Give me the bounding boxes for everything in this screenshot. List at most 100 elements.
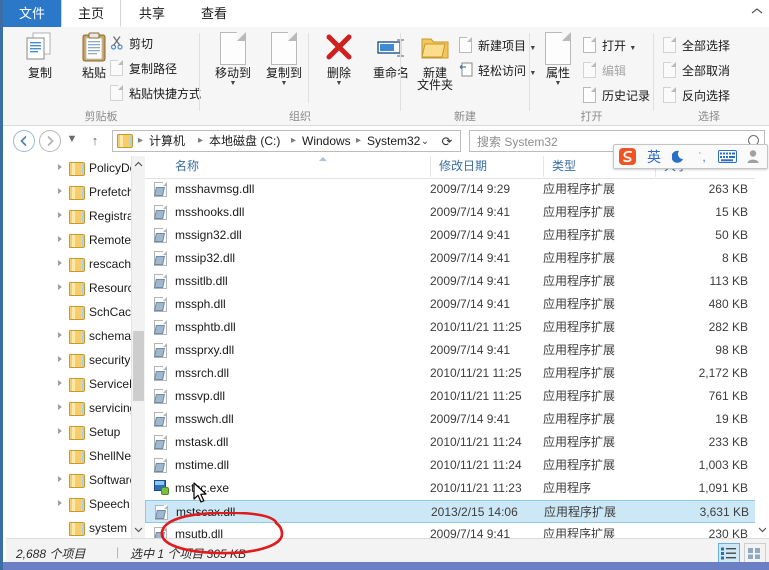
copy-path-button[interactable]: 复制路径 — [110, 58, 177, 80]
expand-chevron-icon[interactable] — [58, 380, 62, 386]
file-list-scrollbar[interactable] — [755, 156, 769, 538]
history-button[interactable]: 历史记录 — [583, 85, 650, 107]
expand-chevron-icon[interactable] — [58, 236, 62, 242]
chevron-down-icon[interactable]: ▼ — [312, 80, 366, 87]
tab-file[interactable]: 文件 — [3, 0, 61, 27]
collapse-ribbon-icon[interactable] — [750, 5, 764, 19]
table-row[interactable]: msshavmsg.dll 2009/7/14 9:29 应用程序扩展 263 … — [145, 178, 769, 201]
nav-item-remotepackages[interactable]: RemotePa — [6, 228, 131, 252]
nav-item-schcache[interactable]: SchCache — [6, 300, 131, 324]
nav-item-speech[interactable]: Speech — [6, 492, 131, 516]
refresh-icon[interactable]: ⟳ — [436, 132, 458, 151]
column-header-date[interactable]: 修改日期 — [430, 156, 543, 177]
user-icon[interactable] — [745, 149, 761, 164]
breadcrumb-root-icon[interactable] — [117, 131, 133, 151]
column-header-name[interactable]: 名称 — [167, 156, 430, 177]
nav-item-system[interactable]: system — [6, 516, 131, 538]
scroll-down-icon[interactable] — [132, 522, 145, 538]
nav-item-servicing[interactable]: servicing — [6, 396, 131, 420]
large-icons-view-button[interactable] — [744, 543, 766, 564]
table-row[interactable]: mstime.dll 2010/11/21 11:24 应用程序扩展 1,003… — [145, 454, 769, 477]
expand-chevron-icon[interactable] — [58, 500, 62, 506]
punctuation-icon[interactable]: ˙, — [695, 150, 709, 164]
expand-chevron-icon[interactable] — [58, 428, 62, 434]
breadcrumb-local-disk[interactable]: 本地磁盘 (C:) — [209, 131, 280, 151]
tab-home[interactable]: 主页 — [61, 0, 121, 27]
nav-item-resources[interactable]: Resources — [6, 276, 131, 300]
scroll-up-icon[interactable] — [132, 156, 145, 172]
details-view-button[interactable] — [718, 543, 740, 564]
table-row[interactable]: mssip32.dll 2009/7/14 9:41 应用程序扩展 8 KB — [145, 247, 769, 270]
breadcrumb-system32[interactable]: System32 — [367, 131, 420, 151]
properties-button[interactable]: 属性 ▼ — [534, 31, 582, 87]
nav-item-security[interactable]: security — [6, 348, 131, 372]
table-row[interactable]: mssprxy.dll 2009/7/14 9:41 应用程序扩展 98 KB — [145, 339, 769, 362]
expand-chevron-icon[interactable] — [58, 260, 62, 266]
nav-scroll-thumb[interactable] — [133, 331, 144, 401]
nav-item-setup[interactable]: Setup — [6, 420, 131, 444]
tab-share[interactable]: 共享 — [121, 0, 183, 27]
nav-item-policydefinitions[interactable]: PolicyDefir — [6, 156, 131, 180]
nav-item-softwaredistribution[interactable]: SoftwareD — [6, 468, 131, 492]
file-list[interactable]: 名称 修改日期 类型 大小 msshavmsg.dll 2009/7/14 9:… — [145, 156, 769, 538]
copy-to-button[interactable]: 复制到 ▼ — [257, 31, 311, 87]
breadcrumb-windows[interactable]: Windows — [302, 131, 351, 151]
nav-item-registration[interactable]: Registratio — [6, 204, 131, 228]
table-row[interactable]: mssph.dll 2009/7/14 9:41 应用程序扩展 480 KB — [145, 293, 769, 316]
table-row[interactable]: mstask.dll 2010/11/21 11:24 应用程序扩展 233 K… — [145, 431, 769, 454]
ime-toolbar[interactable]: 英 ˙, — [613, 144, 768, 169]
ime-mode-label[interactable]: 英 — [645, 147, 663, 167]
paste-shortcut-button[interactable]: 粘贴快捷方式 — [110, 83, 201, 105]
select-all-button[interactable]: 全部选择 — [663, 35, 730, 57]
scroll-down-icon[interactable] — [755, 522, 769, 538]
nav-item-shellnew[interactable]: ShellNew — [6, 444, 131, 468]
table-row-selected[interactable]: mstscax.dll 2013/2/15 14:06 应用程序扩展 3,631… — [145, 500, 769, 523]
table-row[interactable]: mssrch.dll 2010/11/21 11:25 应用程序扩展 2,172… — [145, 362, 769, 385]
tab-view[interactable]: 查看 — [183, 0, 245, 27]
expand-chevron-icon[interactable] — [58, 284, 62, 290]
keyboard-icon[interactable] — [717, 150, 737, 163]
new-folder-button[interactable]: 新建 文件夹 — [409, 31, 461, 91]
new-item-button[interactable]: 新建项目 ▼ — [459, 35, 536, 57]
table-row[interactable]: mssvp.dll 2010/11/21 11:25 应用程序扩展 761 KB — [145, 385, 769, 408]
nav-item-serviceprofiles[interactable]: ServicePrc — [6, 372, 131, 396]
expand-chevron-icon[interactable] — [58, 356, 62, 362]
breadcrumb-computer[interactable]: 计算机 — [149, 131, 185, 151]
table-row[interactable]: mssign32.dll 2009/7/14 9:41 应用程序扩展 50 KB — [145, 224, 769, 247]
table-row[interactable]: msutb.dll 2009/7/14 9:41 应用程序扩展 230 KB — [145, 523, 769, 538]
cut-button[interactable]: 剪切 — [110, 33, 153, 55]
table-row[interactable]: mssphtb.dll 2010/11/21 11:25 应用程序扩展 282 … — [145, 316, 769, 339]
nav-pane-scrollbar[interactable] — [131, 156, 145, 538]
chevron-down-icon[interactable]: ▼ — [534, 80, 582, 87]
address-dropdown-icon[interactable]: ⌄ — [416, 132, 434, 151]
table-row[interactable]: mstsc.exe 2010/11/21 11:23 应用程序 1,091 KB — [145, 477, 769, 500]
table-row[interactable]: mssitlb.dll 2009/7/14 9:41 应用程序扩展 113 KB — [145, 270, 769, 293]
chevron-down-icon[interactable]: ▼ — [206, 80, 260, 87]
delete-button[interactable]: 删除 ▼ — [312, 31, 366, 87]
invert-selection-button[interactable]: 反向选择 — [663, 85, 730, 107]
nav-item-schemas[interactable]: schemas — [6, 324, 131, 348]
expand-chevron-icon[interactable] — [58, 212, 62, 218]
expand-chevron-icon[interactable] — [58, 404, 62, 410]
select-none-button[interactable]: 全部取消 — [663, 60, 730, 82]
nav-item-rescache[interactable]: rescache — [6, 252, 131, 276]
address-bar[interactable]: ▸ 计算机 ▸ 本地磁盘 (C:) ▸ Windows ▸ System32 ⌄… — [112, 130, 461, 152]
expand-chevron-icon[interactable] — [58, 476, 62, 482]
table-row[interactable]: msshooks.dll 2009/7/14 9:41 应用程序扩展 15 KB — [145, 201, 769, 224]
back-button[interactable] — [13, 130, 35, 152]
open-button[interactable]: 打开 ▼ — [583, 35, 636, 57]
recent-locations-icon[interactable]: ▼ — [65, 133, 79, 145]
expand-chevron-icon[interactable] — [58, 164, 62, 170]
move-to-button[interactable]: 移动到 ▼ — [206, 31, 260, 87]
forward-button[interactable] — [39, 130, 61, 152]
expand-chevron-icon[interactable] — [58, 332, 62, 338]
navigation-pane[interactable]: PolicyDefir Prefetch Registratio RemoteP… — [6, 156, 131, 538]
easy-access-button[interactable]: 轻松访问 ▼ — [459, 60, 536, 82]
chevron-down-icon[interactable]: ▼ — [629, 45, 636, 52]
table-row[interactable]: msswch.dll 2009/7/14 9:41 应用程序扩展 19 KB — [145, 408, 769, 431]
up-one-level-icon[interactable]: ↑ — [88, 133, 102, 148]
expand-chevron-icon[interactable] — [58, 188, 62, 194]
sogou-logo-icon[interactable] — [618, 147, 637, 166]
chevron-down-icon[interactable]: ▼ — [257, 80, 311, 87]
moon-icon[interactable] — [671, 149, 687, 164]
